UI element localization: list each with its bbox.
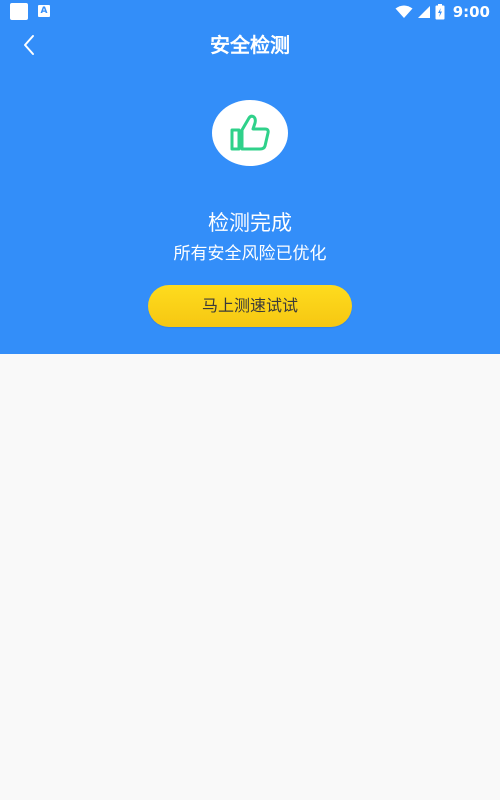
result-icon-circle [212,100,288,166]
signal-icon [417,6,430,18]
a-badge-icon: A [38,5,50,17]
wifi-icon [395,5,413,18]
battery-icon [435,4,445,20]
thumbs-up-icon [230,114,270,151]
status-time: 9:00 [452,3,490,21]
status-bar: A 9:00 [0,0,500,24]
result-subtitle: 所有安全风险已优化 [173,244,327,264]
status-bar-right: 9:00 [395,1,490,23]
speed-test-button[interactable]: 马上测速试试 [148,285,352,327]
app-square-icon [10,3,28,20]
page-title: 安全检测 [210,33,290,57]
result-title: 检测完成 [208,211,292,235]
